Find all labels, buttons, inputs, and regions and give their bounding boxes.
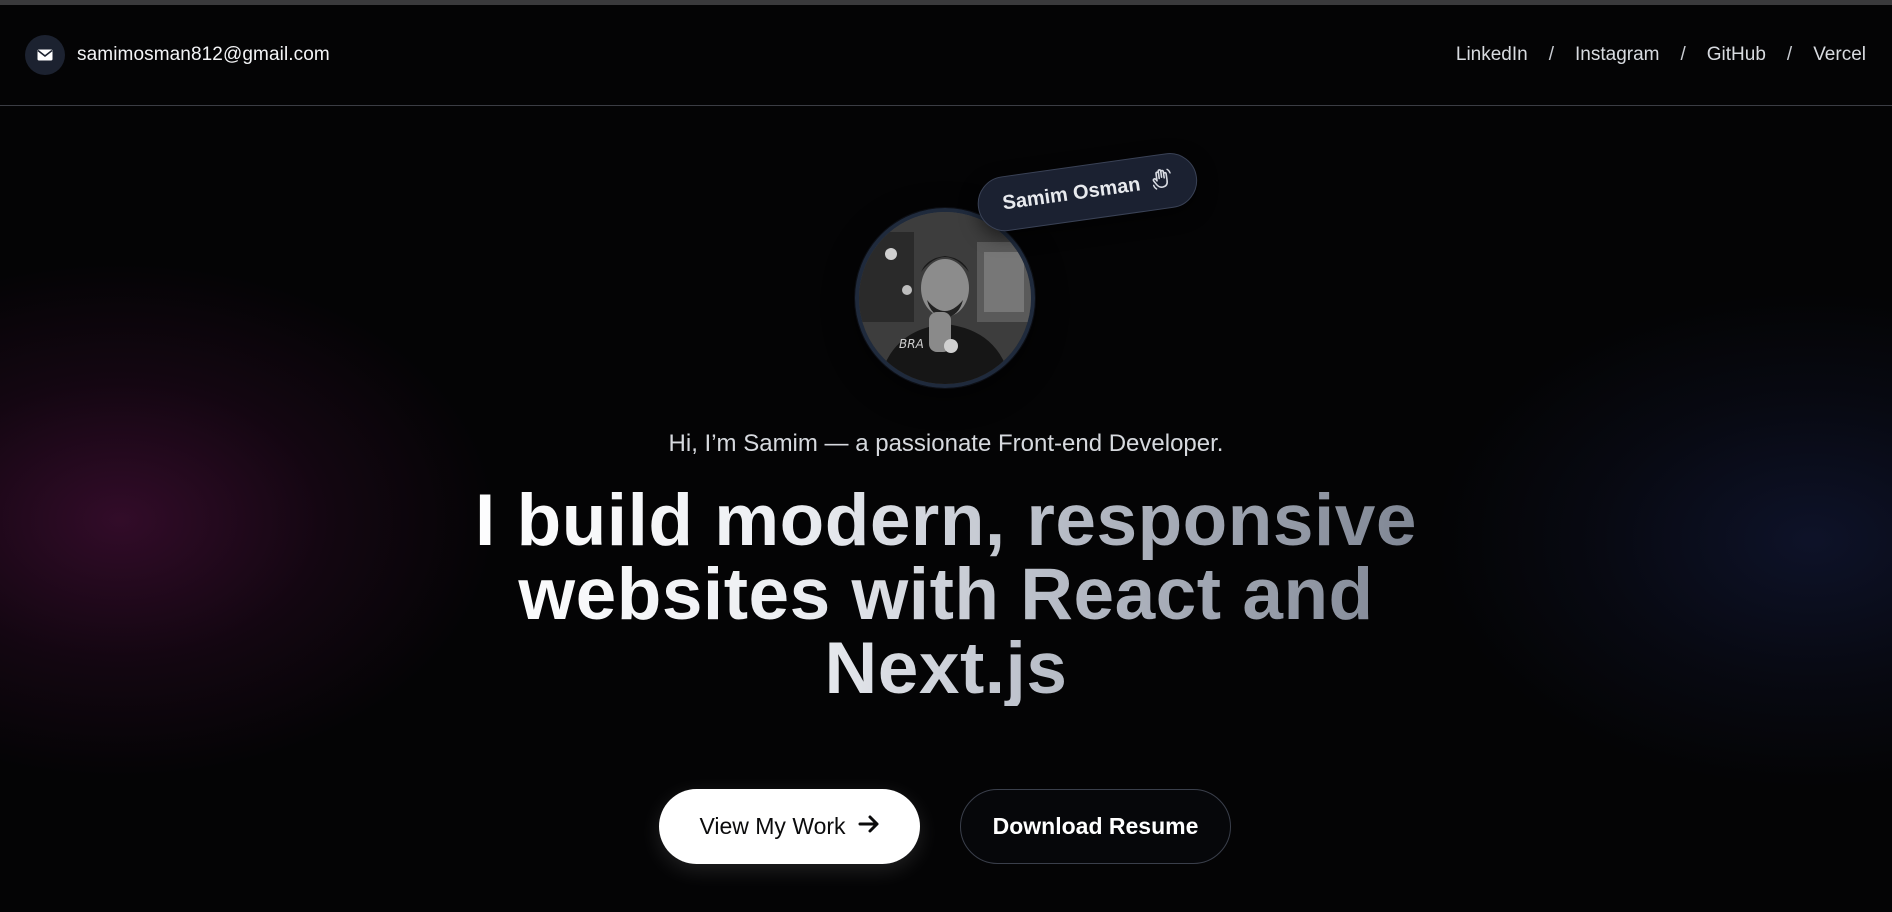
nav-link-instagram[interactable]: Instagram [1575, 44, 1659, 66]
arrow-right-icon [858, 813, 880, 840]
name-tag-badge: Samim Osman [974, 149, 1201, 235]
hero-subtitle: Hi, I’m Samim — a passionate Front-end D… [668, 430, 1224, 457]
nav-link-vercel[interactable]: Vercel [1813, 44, 1866, 66]
mail-icon [25, 35, 65, 75]
email-address[interactable]: samimosman812@gmail.com [77, 44, 330, 66]
view-my-work-button[interactable]: View My Work [659, 789, 920, 864]
nav-separator: / [1548, 44, 1554, 65]
background-glow-right [1432, 290, 1892, 790]
contact-email[interactable]: samimosman812@gmail.com [25, 35, 330, 75]
site-header: samimosman812@gmail.com LinkedIn / Insta… [0, 5, 1892, 106]
profile-avatar-wrap: BRA [855, 208, 1035, 388]
social-nav: LinkedIn / Instagram / GitHub / Vercel [1456, 44, 1866, 66]
download-resume-label: Download Resume [992, 813, 1199, 839]
portfolio-page: samimosman812@gmail.com LinkedIn / Insta… [0, 0, 1892, 912]
avatar: BRA [855, 208, 1035, 388]
name-tag-label: Samim Osman [1001, 173, 1142, 215]
svg-text:BRA: BRA [899, 337, 924, 351]
avatar-photo-illustration: BRA [859, 212, 1031, 384]
nav-separator: / [1786, 44, 1793, 65]
background-glow-left [0, 260, 500, 780]
nav-link-github[interactable]: GitHub [1707, 44, 1766, 66]
download-resume-button[interactable]: Download Resume [960, 789, 1231, 864]
view-my-work-label: View My Work [699, 813, 846, 839]
nav-separator: / [1680, 44, 1686, 65]
waving-hand-icon [1148, 166, 1176, 198]
hero-headline: I build modern, responsive websites with… [446, 484, 1446, 706]
nav-link-linkedin[interactable]: LinkedIn [1456, 44, 1528, 66]
